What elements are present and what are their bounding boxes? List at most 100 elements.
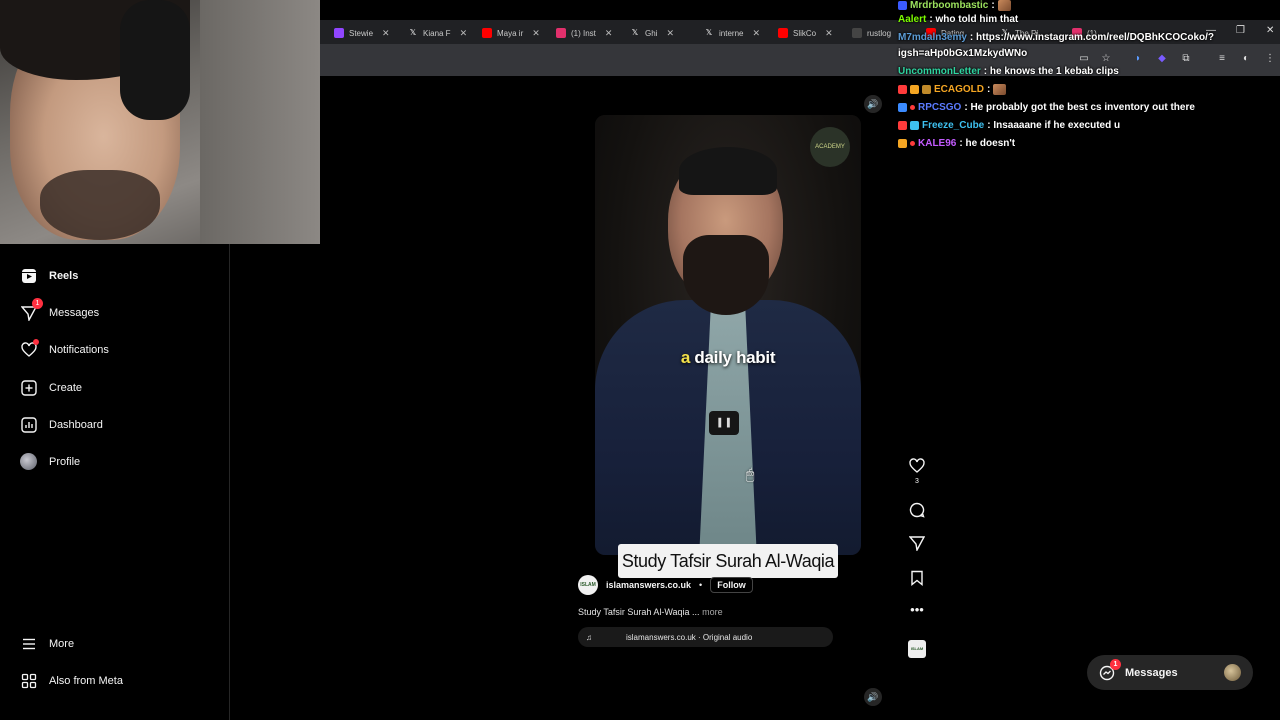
browser-tab[interactable]: SlikCo ✕ [778, 24, 833, 42]
avatar [20, 453, 37, 470]
heart-icon [909, 458, 925, 473]
restore-icon[interactable]: ❐ [1236, 25, 1245, 36]
sidebar-item-profile[interactable]: Profile [20, 453, 80, 470]
subtitle-highlight: a [680, 348, 690, 367]
messages-pill[interactable]: 1 Messages [1087, 655, 1253, 690]
sidebar-item-reels[interactable]: Reels [20, 267, 78, 284]
more-options-button[interactable]: ••• [906, 602, 928, 617]
sidebar-item-create[interactable]: Create [20, 379, 82, 396]
notification-dot [33, 339, 39, 345]
chat-username: KALE96 [918, 138, 957, 149]
messenger-icon: 1 [20, 298, 43, 321]
kebab-menu-icon[interactable]: ⋮ [1264, 53, 1276, 65]
browser-tab[interactable]: Stewie ✕ [334, 24, 390, 42]
browser-tab[interactable]: Maya ir ✕ [482, 24, 540, 42]
browser-tab[interactable]: 𝕏interne ✕ [704, 24, 760, 42]
browser-tab[interactable]: 𝕏 Ghi ✕ [630, 24, 674, 42]
close-icon[interactable]: ✕ [752, 28, 760, 39]
chat-text: : [987, 84, 991, 95]
sidebar-item-notifications[interactable]: Notifications [20, 339, 109, 358]
comment-icon [909, 502, 925, 518]
chat-message: RPCSGO: He probably got the best cs inve… [898, 102, 1195, 113]
close-icon[interactable]: ✕ [460, 28, 468, 39]
instagram-icon [556, 28, 566, 38]
twitch-icon [334, 28, 344, 38]
chat-text: : https://www.instagram.com/reel/DQBhKCO… [969, 32, 1215, 43]
chat-message-continued: igsh=aHp0bGx1MzkydWNo [898, 48, 1027, 59]
bookmark-star-icon[interactable]: ☆ [1100, 53, 1112, 65]
sidebar-item-label: Dashboard [49, 418, 103, 431]
profile-icon[interactable]: ◐ [1240, 53, 1252, 65]
chat-message: UncommonLetter: he knows the 1 kebab cli… [898, 66, 1119, 77]
share-button[interactable] [906, 535, 928, 554]
browser-tab[interactable]: (1) Inst ✕ [556, 24, 612, 42]
reels-icon [20, 267, 37, 284]
chat-username: RPCSGO [918, 102, 962, 113]
bookmark-icon [911, 570, 923, 586]
send-icon [908, 536, 926, 553]
chat-text: : he doesn't [959, 138, 1016, 149]
chat-text: igsh=aHp0bGx1MzkydWNo [898, 48, 1028, 59]
volume-icon[interactable]: 🔊 [864, 688, 882, 706]
sidebar-item-label: Profile [49, 455, 81, 468]
chat-badge-icon [910, 141, 915, 146]
reel-video[interactable]: ▌▐ ACADEMY a daily habit [595, 115, 861, 555]
close-icon[interactable]: ✕ [825, 28, 833, 39]
more-link[interactable]: more [702, 607, 723, 617]
sidebar-item-dashboard[interactable]: Dashboard [20, 416, 103, 433]
like-count: 3 [915, 478, 919, 485]
sidebar-item-messages[interactable]: 1 Messages [20, 298, 99, 321]
chat-badge-icon [910, 105, 915, 110]
close-icon[interactable]: ✕ [666, 28, 674, 39]
save-button[interactable] [906, 570, 928, 589]
notification-badge: 1 [32, 298, 43, 309]
chat-badge-icon [910, 121, 919, 130]
tab-label: Kiana F [423, 28, 451, 38]
reel-caption: Study Tafsir Surah Al-Waqia ... more [578, 607, 838, 617]
chat-text: : Insaaaane if he executed u [987, 120, 1121, 131]
chat-text: : He probably got the best cs inventory … [964, 102, 1195, 113]
author-row: ISLAM islamanswers.co.uk • Follow [578, 575, 838, 595]
puzzle-icon[interactable]: ⧉ [1180, 53, 1192, 65]
browser-tab[interactable]: 𝕏 Kiana F ✕ [408, 24, 467, 42]
chat-badge-icon [898, 121, 907, 130]
chat-username: Mrdrboombastic [910, 0, 989, 11]
chat-badge-icon [898, 139, 907, 148]
tab-label: Maya ir [497, 28, 524, 38]
close-icon[interactable]: ✕ [532, 28, 540, 39]
browser-tab[interactable]: rustlog [852, 24, 891, 42]
like-button[interactable]: 3 [906, 458, 928, 485]
author-avatar[interactable]: ISLAM [578, 575, 598, 595]
cast-icon[interactable]: ▭ [1078, 53, 1090, 65]
mouse-cursor-icon: 🖱 [746, 466, 755, 482]
chat-message: ECAGOLD: [898, 84, 1007, 95]
music-note-icon: ♫ [586, 632, 592, 642]
youtube-icon [482, 28, 492, 38]
webcam-background [200, 0, 320, 244]
dashboard-icon [20, 416, 37, 433]
close-icon[interactable]: ✕ [382, 28, 390, 39]
reel-meta: ISLAM islamanswers.co.uk • Follow Study … [578, 575, 838, 647]
video-title-card: Study Tafsir Surah Al-Waqia [618, 544, 838, 578]
follow-button[interactable]: Follow [710, 577, 753, 593]
streamer-beard [40, 170, 160, 240]
chat-message: Aalert: who told him that [898, 14, 1018, 25]
volume-icon[interactable]: 🔊 [864, 95, 882, 113]
reading-list-icon[interactable]: ≡ [1216, 53, 1228, 65]
chat-badge-icon [898, 85, 907, 94]
extension-icon[interactable]: ◗ [1132, 53, 1144, 65]
speaker-cap [679, 147, 777, 195]
sidebar-item-also-from-meta[interactable]: Also from Meta [20, 672, 123, 689]
chat-message: Mrdrboombastic : [898, 0, 1011, 11]
audio-pill[interactable]: ♫ islamanswers.co.uk · Original audio [578, 627, 833, 647]
audio-thumbnail[interactable]: ISLAM [908, 640, 926, 658]
extension-icon[interactable]: ◆ [1156, 53, 1168, 65]
comment-button[interactable] [906, 502, 928, 521]
chat-username: Aalert [898, 14, 927, 25]
close-icon[interactable]: ✕ [605, 28, 613, 39]
sidebar-item-more[interactable]: More [20, 635, 74, 652]
close-window-icon[interactable]: ✕ [1266, 25, 1274, 36]
chat-username: ECAGOLD [934, 84, 984, 95]
chat-message: KALE96: he doesn't [898, 138, 1015, 149]
author-name[interactable]: islamanswers.co.uk [606, 580, 691, 590]
